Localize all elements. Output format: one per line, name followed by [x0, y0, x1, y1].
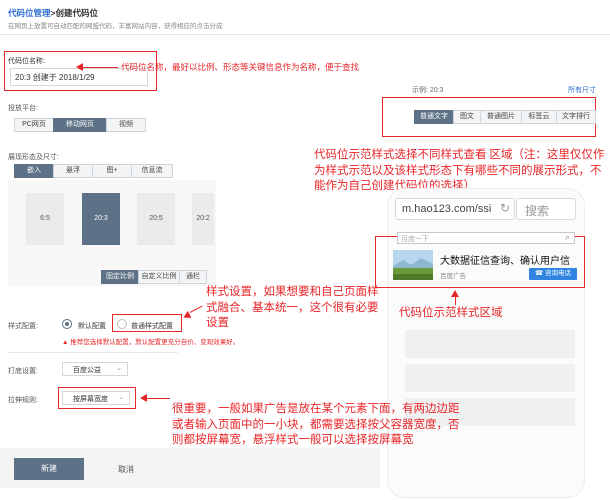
- size-tab-1[interactable]: 固定比例: [101, 270, 139, 284]
- ad-call-button[interactable]: ☎ 咨询电话: [529, 268, 577, 280]
- stretch-select-value: 按屏幕宽度: [73, 396, 108, 403]
- name-note-arrow: [80, 67, 118, 68]
- dahuan-select[interactable]: 百度公益 ⌄: [62, 362, 128, 376]
- phone-url-bar: m.hao123.com/ssi ↻: [395, 198, 515, 220]
- style-tab-4[interactable]: 标签云: [521, 110, 557, 124]
- display-label: 展现形态及尺寸:: [8, 154, 59, 161]
- dahuan-select-value: 百度公益: [73, 367, 101, 374]
- ratio-thumb-3[interactable]: 20:5: [137, 193, 175, 245]
- demo-note-arrow-tip: [451, 290, 459, 297]
- style-warning: ▲ 推荐您选择默认配置，默认配置更充分自价、变现效果好。: [62, 336, 239, 346]
- cancel-button[interactable]: 取消: [118, 464, 134, 475]
- config-annotation: 样式设置，如果想要和自己页面样式融合、基本统一，这个很有必要设置: [206, 286, 379, 330]
- radio-custom-label[interactable]: 普通样式配置: [131, 321, 173, 331]
- ratio-thumb-label: 20:5: [149, 215, 163, 222]
- platform-tab-3[interactable]: 视频: [106, 118, 146, 132]
- stretch-note-arrow: [146, 398, 170, 399]
- ratio-thumb-2[interactable]: 20:3: [82, 193, 120, 245]
- style-tab-5[interactable]: 文字排行: [556, 110, 596, 124]
- platform-label: 投放平台:: [8, 105, 38, 112]
- ratio-thumb-1[interactable]: 6:5: [26, 193, 64, 245]
- name-field-label: 代码位名称:: [8, 58, 45, 65]
- platform-tab-1[interactable]: PC网页: [14, 118, 54, 132]
- ratio-thumb-label: 20:3: [94, 215, 108, 222]
- config-note-arrow: [189, 305, 203, 313]
- phone-search-box[interactable]: 搜索: [516, 198, 576, 220]
- breadcrumb-current: 创建代码位: [55, 8, 98, 18]
- radio-default-label[interactable]: 默认配置: [78, 321, 106, 331]
- header-divider: [0, 34, 610, 35]
- ratio-thumb-4[interactable]: 20:2: [192, 193, 214, 245]
- search-icon[interactable]: ⌕: [565, 232, 570, 243]
- radio-default-dot: [65, 322, 69, 326]
- ratio-thumb-label: 20:2: [196, 215, 210, 222]
- example-value: 20:3: [429, 87, 444, 94]
- ad-image: [393, 250, 433, 280]
- breadcrumb: 代码位管理>创建代码位: [8, 7, 98, 19]
- size-tab-3[interactable]: 通栏: [179, 270, 207, 284]
- section-divider: [8, 352, 178, 353]
- name-note-arrow-tip: [76, 63, 83, 71]
- style-warning-text: 推荐您选择默认配置，默认配置更充分自价、变现效果好。: [70, 339, 240, 346]
- chevron-down-icon: ⌄: [116, 365, 122, 372]
- warning-icon: ▲: [62, 339, 69, 346]
- demo-note-arrow: [455, 296, 456, 305]
- radio-custom[interactable]: [117, 319, 127, 329]
- display-tab-4[interactable]: 信息流: [131, 164, 173, 178]
- display-tab-3[interactable]: 图+: [92, 164, 132, 178]
- ad-source: 百度广告: [440, 273, 466, 280]
- stretch-select[interactable]: 按屏幕宽度 ⌄: [62, 391, 130, 405]
- display-tab-1[interactable]: 嵌入: [14, 164, 54, 178]
- create-button-label: 新建: [41, 464, 57, 473]
- phone-search-label: 搜索: [525, 204, 550, 218]
- stretch-note-arrow-tip: [140, 394, 147, 402]
- phone-input-text: 百度一下: [401, 236, 429, 243]
- create-button[interactable]: 新建: [14, 458, 84, 480]
- display-tab-2[interactable]: 悬浮: [53, 164, 93, 178]
- all-sizes-link[interactable]: 所有尺寸: [568, 85, 596, 95]
- demo-annotation: 代码位示范样式区域: [399, 307, 503, 319]
- style-tab-3[interactable]: 普通图片: [480, 110, 522, 124]
- phone-url: m.hao123.com/ssi: [402, 203, 492, 215]
- ratio-thumb-label: 6:5: [40, 215, 50, 222]
- dahuan-label: 打底设置:: [8, 368, 38, 375]
- refresh-icon[interactable]: ↻: [500, 201, 510, 215]
- name-annotation: 代码位名称，最好以比例、形态等关键信息作为名称，便于查找: [121, 62, 360, 72]
- name-input-value: 20:3 创建于 2018/1/29: [15, 73, 95, 82]
- page-subtitle: 在网页上放置可自动匹配的网盟代码，丰富网站内容，获得相应的点击分成: [8, 23, 223, 30]
- stretch-label: 拉伸规则:: [8, 397, 38, 404]
- radio-default[interactable]: [62, 319, 72, 329]
- size-tab-2[interactable]: 自定义比例: [138, 270, 180, 284]
- style-tab-2[interactable]: 图文: [453, 110, 481, 124]
- breadcrumb-parent[interactable]: 代码位管理: [8, 8, 51, 18]
- style-tab-1[interactable]: 普通文字: [414, 110, 454, 124]
- style-config-label: 样式配置:: [8, 323, 38, 330]
- phone-input[interactable]: 百度一下 ⌕: [397, 232, 575, 244]
- placeholder-block: [405, 364, 575, 392]
- ad-title[interactable]: 大数据征信查询、确认用户信: [440, 252, 570, 267]
- ad-call-label: 咨询电话: [544, 270, 571, 277]
- platform-tab-2[interactable]: 移动网页: [53, 118, 107, 132]
- example-label: 示例: 20:3: [412, 87, 444, 94]
- phone-icon: ☎: [535, 270, 544, 277]
- placeholder-block: [405, 330, 575, 358]
- stretch-annotation: 很重要，一般如果广告是放在某个元素下面，有两边边距或者输入页面中的一小块，都需要…: [172, 403, 460, 447]
- chevron-down-icon: ⌄: [118, 394, 124, 401]
